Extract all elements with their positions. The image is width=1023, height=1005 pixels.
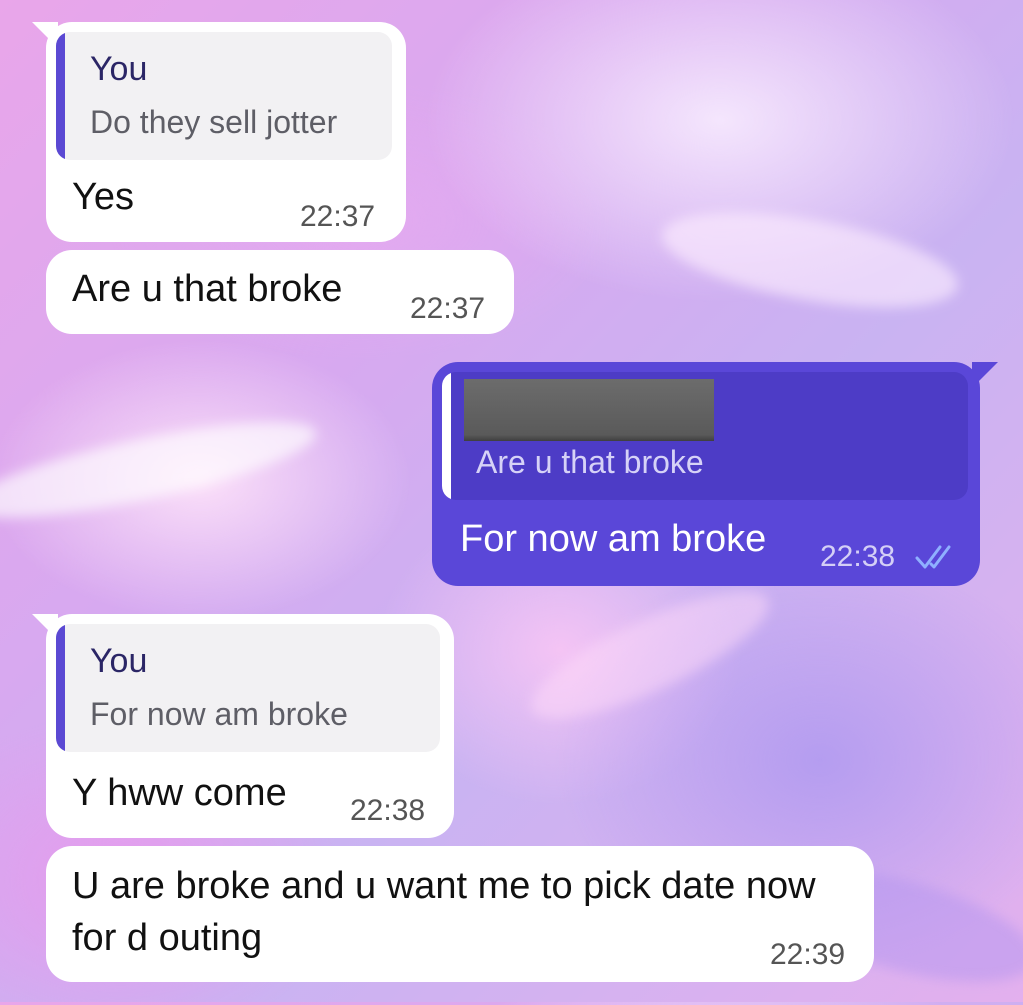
reply-quoted-text: For now am broke: [90, 696, 348, 732]
reply-quote[interactable]: Are u that broke: [442, 372, 968, 500]
message-bubble-outgoing[interactable]: Are u that broke For now am broke 22:38: [432, 362, 998, 586]
message-text: For now am broke: [460, 518, 767, 560]
message-timestamp: 22:38: [350, 794, 426, 827]
message-text: Yes: [72, 176, 134, 218]
double-check-read-icon: [915, 545, 951, 569]
message-timestamp: 22:37: [410, 292, 486, 325]
message-timestamp: 22:39: [770, 938, 846, 971]
message-text: U are broke and u want me to pick date n…: [72, 865, 816, 959]
background-light-streak: [517, 568, 783, 742]
reply-quote[interactable]: You Do they sell jotter: [56, 32, 392, 160]
reply-accent-bar: [442, 372, 451, 500]
message-bubble-incoming[interactable]: Are u that broke 22:37: [46, 250, 514, 334]
message-text: Are u that broke: [72, 268, 343, 310]
reply-quote[interactable]: You For now am broke: [56, 624, 440, 752]
reply-sender-name: You: [90, 50, 148, 88]
redacted-sender-name: [464, 379, 714, 441]
message-bubble-incoming[interactable]: You For now am broke Y hww come 22:38: [32, 614, 454, 838]
reply-sender-name: You: [90, 642, 148, 680]
reply-quoted-text: Are u that broke: [476, 444, 704, 480]
message-timestamp: 22:37: [300, 200, 376, 233]
message-timestamp: 22:38: [820, 540, 896, 573]
reply-quoted-text: Do they sell jotter: [90, 104, 338, 140]
reply-accent-bar: [56, 32, 65, 160]
message-text: Y hww come: [72, 772, 287, 814]
message-bubble-incoming[interactable]: You Do they sell jotter Yes 22:37: [32, 22, 406, 242]
reply-accent-bar: [56, 624, 65, 752]
background-light-streak: [0, 403, 323, 537]
background-light-streak: [655, 194, 965, 326]
message-bubble-incoming[interactable]: U are broke and u want me to pick date n…: [46, 846, 874, 982]
